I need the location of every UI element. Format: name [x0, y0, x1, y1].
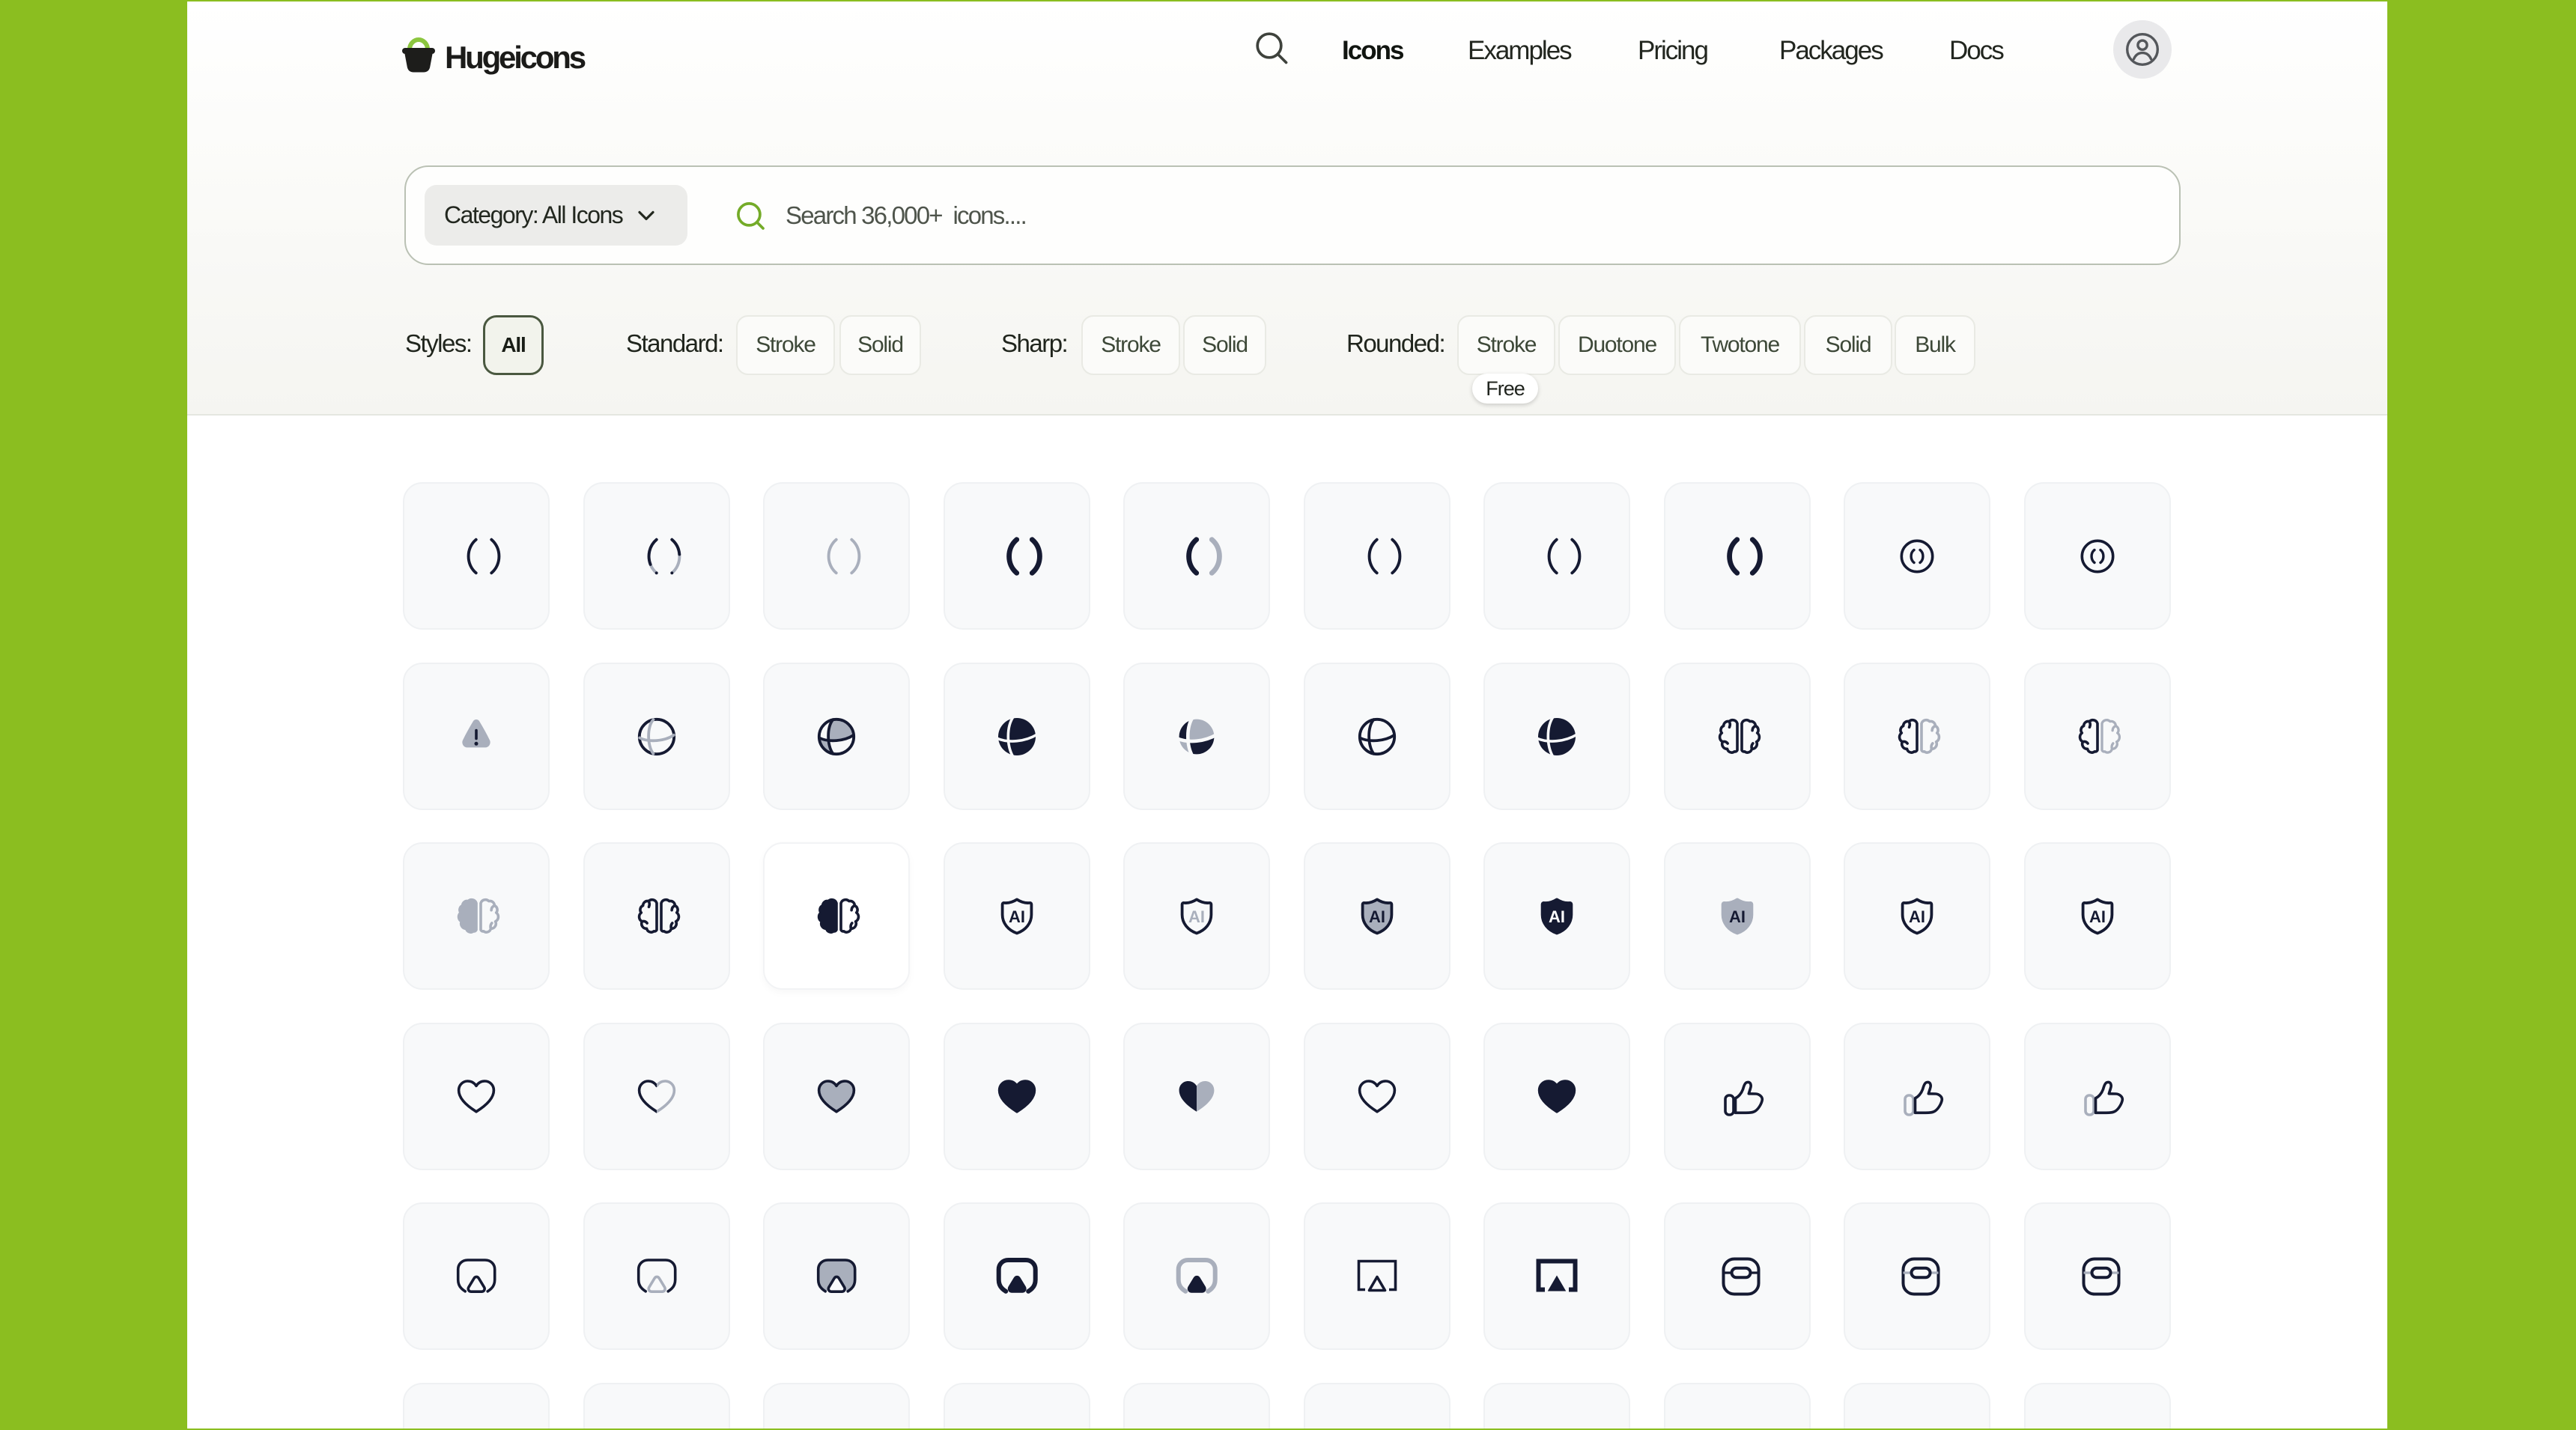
svg-text:AI: AI [1909, 907, 1925, 925]
svg-text:AI: AI [1729, 907, 1746, 925]
svg-text:AI: AI [2089, 907, 2106, 925]
svg-text:AI: AI [1549, 907, 1565, 925]
svg-text:AI: AI [1009, 907, 1025, 925]
svg-text:AI: AI [1188, 907, 1205, 925]
svg-text:AI: AI [1369, 907, 1385, 925]
